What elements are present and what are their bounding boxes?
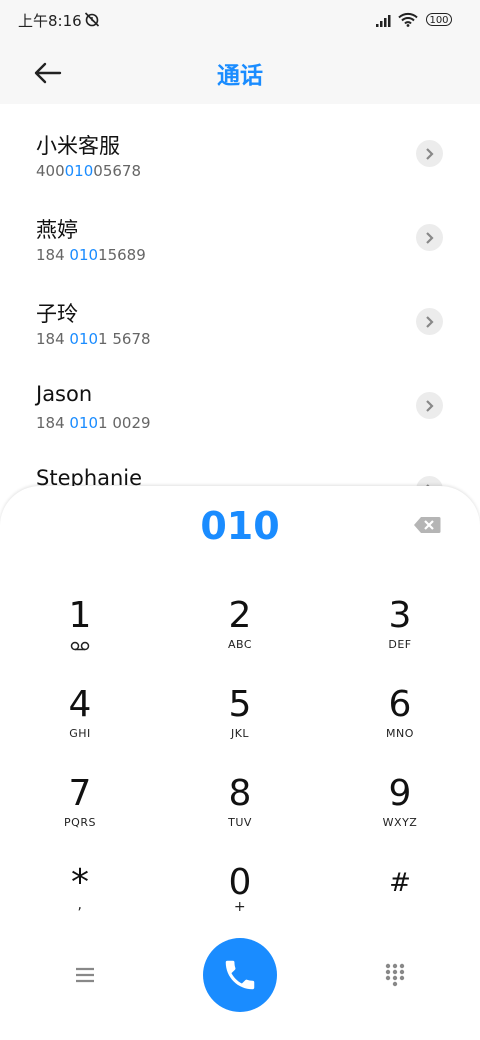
contact-name: 子玲 [36,302,78,326]
contact-row[interactable]: 子玲 184 0101 5678 [0,272,480,356]
contact-number: 184 01015689 [36,246,146,264]
dialed-number: 010 [200,504,280,548]
contact-number: 184 0101 5678 [36,330,151,348]
dial-key-0[interactable]: 0 + [180,863,300,943]
call-button[interactable] [203,938,277,1012]
dial-key-9[interactable]: 9 WXYZ [340,774,460,854]
dial-key-4[interactable]: 4 GHI [20,685,140,765]
dial-key-2[interactable]: 2 ABC [180,596,300,676]
chevron-right-icon [426,316,434,328]
contact-detail-button[interactable] [416,140,443,167]
contact-row[interactable]: 小米客服 40001005678 [0,104,480,188]
contact-number: 184 0101 0029 [36,414,151,432]
contact-detail-button[interactable] [416,392,443,419]
dialpad-sheet: 010 1 2 ABC 3 DEF 4 GHI 5 JKL 6 MNO 7 PQ… [0,486,480,1040]
contact-detail-button[interactable] [416,308,443,335]
contact-number: 40001005678 [36,162,141,180]
phone-icon [225,960,255,990]
battery-indicator: 100 [426,13,452,26]
header: 通话 [0,40,480,104]
contact-name: 燕婷 [36,218,78,242]
dial-key-7[interactable]: 7 PQRS [20,774,140,854]
alarm-off-icon [84,12,100,27]
dialpad-icon[interactable] [385,963,405,987]
backspace-icon[interactable] [413,516,441,534]
page-title: 通话 [217,63,263,89]
dial-key-hash[interactable]: # [340,863,460,943]
status-time: 上午8:16 [18,12,82,30]
voicemail-icon [70,641,90,651]
chevron-right-icon [426,400,434,412]
dial-key-1[interactable]: 1 [20,596,140,676]
contact-row[interactable]: 燕婷 184 01015689 [0,188,480,272]
dial-key-star[interactable]: * , [20,863,140,943]
signal-icon [376,15,391,27]
dial-key-5[interactable]: 5 JKL [180,685,300,765]
menu-icon[interactable] [74,966,96,984]
dial-key-6[interactable]: 6 MNO [340,685,460,765]
contact-detail-button[interactable] [416,224,443,251]
chevron-right-icon [426,148,434,160]
chevron-right-icon [426,232,434,244]
wifi-icon [398,12,418,27]
status-bar: 上午8:16 100 [0,0,480,40]
contact-list: 小米客服 40001005678 燕婷 184 01015689 子玲 184 … [0,104,480,524]
dial-key-8[interactable]: 8 TUV [180,774,300,854]
contact-name: Jason [36,382,93,406]
dial-key-3[interactable]: 3 DEF [340,596,460,676]
contact-name: 小米客服 [36,134,120,158]
contact-row[interactable]: Jason 184 0101 0029 [0,356,480,440]
